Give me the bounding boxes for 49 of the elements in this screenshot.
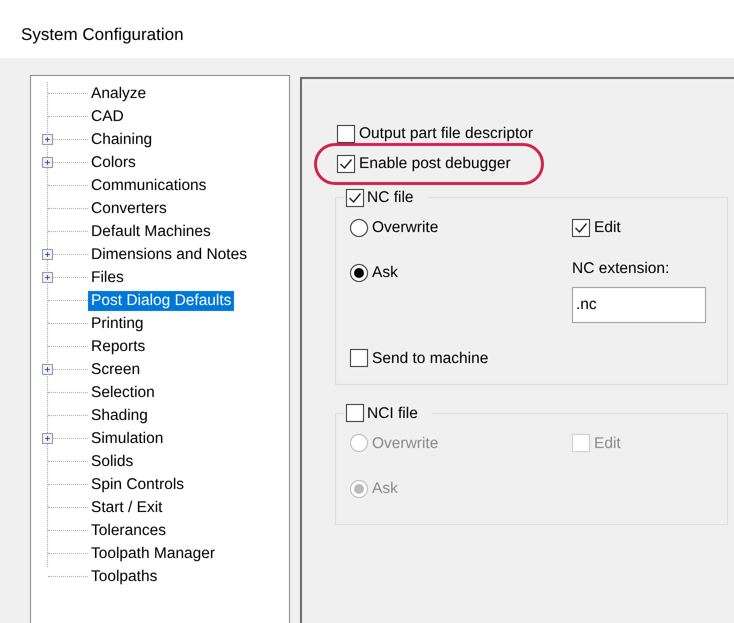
tree-item[interactable]: Selection <box>88 382 158 402</box>
radio-button[interactable] <box>350 218 368 237</box>
window-title: System Configuration <box>21 25 184 44</box>
tree-item[interactable]: Reports <box>88 336 148 356</box>
tree-item[interactable]: Spin Controls <box>88 474 188 494</box>
radio-label: Ask <box>372 479 398 499</box>
expand-icon[interactable] <box>42 157 53 168</box>
tree-item[interactable]: Tolerances <box>88 520 169 540</box>
expand-icon[interactable] <box>42 272 53 283</box>
radio-button[interactable] <box>350 264 368 282</box>
radio-label: Overwrite <box>372 434 438 454</box>
checkbox-label: Output part file descriptor <box>359 124 534 144</box>
checkbox-label: Send to machine <box>372 348 488 368</box>
tree-item[interactable]: Solids <box>88 452 136 472</box>
tree-item[interactable]: Dimensions and Notes <box>88 244 250 264</box>
expand-icon[interactable] <box>42 249 53 260</box>
tree-item[interactable]: Files <box>88 268 127 288</box>
tree-item[interactable]: Converters <box>88 198 170 218</box>
extension-field[interactable]: .nc <box>572 286 706 322</box>
radio-label: Overwrite <box>372 218 438 238</box>
checkbox[interactable] <box>572 218 590 237</box>
tree-item[interactable]: Printing <box>88 314 147 334</box>
tree-item[interactable]: Start / Exit <box>88 498 166 518</box>
checkbox[interactable] <box>350 349 368 368</box>
checkbox-label: Enable post debugger <box>359 154 511 174</box>
tree-item[interactable]: Default Machines <box>88 222 214 242</box>
expand-icon[interactable] <box>42 364 53 375</box>
expand-icon[interactable] <box>42 433 53 444</box>
field-label: NC extension: <box>572 259 670 280</box>
radio-label: Ask <box>372 263 398 284</box>
tree-item[interactable]: Screen <box>88 360 144 380</box>
tree-item[interactable]: Communications <box>88 176 210 196</box>
tree-item[interactable]: Shading <box>88 406 151 426</box>
expand-icon[interactable] <box>42 134 53 145</box>
checkbox[interactable] <box>346 188 364 207</box>
checkbox[interactable] <box>337 155 355 173</box>
checkbox-label: NCI file <box>367 404 418 424</box>
tree-item[interactable]: Toolpath Manager <box>88 544 218 564</box>
tree-item[interactable]: Simulation <box>88 428 166 448</box>
tree-item[interactable]: Analyze <box>88 84 150 104</box>
tree-item[interactable]: Chaining <box>88 130 156 150</box>
tree-item[interactable]: CAD <box>88 106 127 126</box>
tree-item[interactable]: Post Dialog Defaults <box>88 290 234 310</box>
checkbox[interactable] <box>337 125 355 143</box>
tree-item[interactable]: Colors <box>88 152 139 172</box>
checkbox-label: Edit <box>594 218 621 238</box>
checkbox-label: NC file <box>367 188 414 208</box>
checkbox-label: Edit <box>594 434 621 454</box>
tree-item[interactable]: Toolpaths <box>88 566 160 586</box>
